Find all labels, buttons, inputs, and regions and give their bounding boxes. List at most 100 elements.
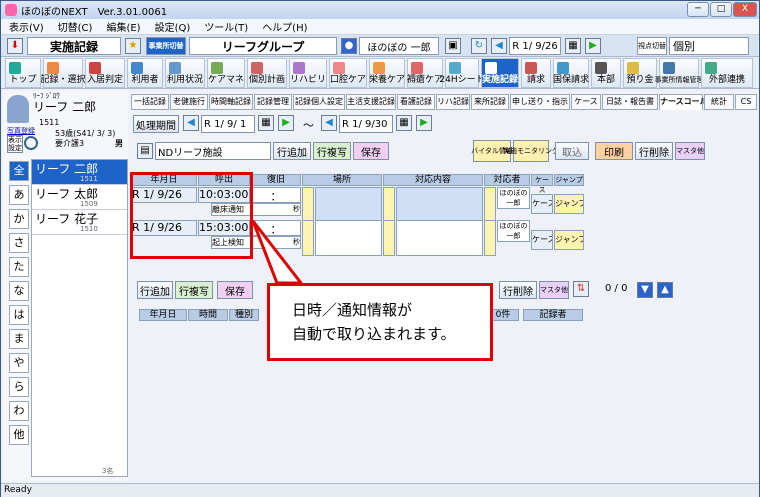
menu-switch[interactable]: 切替(C) bbox=[58, 19, 93, 34]
tab-report[interactable]: 日誌・報告書 bbox=[602, 94, 658, 110]
row-delete-button[interactable]: 行削除 bbox=[635, 142, 673, 160]
tab-timeline[interactable]: 時間軸記録 bbox=[209, 94, 253, 110]
tab-handover[interactable]: 申し送り・指示 bbox=[510, 94, 570, 110]
tab-case[interactable]: ケース bbox=[571, 94, 601, 110]
refresh-icon[interactable]: ↻ bbox=[471, 38, 487, 54]
kana-na[interactable]: な bbox=[9, 281, 29, 301]
kana-sa[interactable]: さ bbox=[9, 233, 29, 253]
toolbar-external[interactable]: 外部連携 bbox=[701, 58, 753, 88]
sort-icon[interactable]: ⇅ bbox=[573, 281, 589, 297]
kana-ya[interactable]: や bbox=[9, 353, 29, 373]
kana-ra[interactable]: ら bbox=[9, 377, 29, 397]
toolbar-deposit[interactable]: 預り金 bbox=[623, 58, 657, 88]
kana-ta[interactable]: た bbox=[9, 257, 29, 277]
kana-ha[interactable]: は bbox=[9, 305, 29, 325]
toolbar-office-info[interactable]: 事業所情報管理 bbox=[655, 58, 704, 88]
calendar-to-icon[interactable]: ▦ bbox=[396, 115, 412, 131]
toolbar-record-active[interactable]: 実施記録 bbox=[481, 58, 519, 88]
tab-personal-settings[interactable]: 記録個人設定 bbox=[293, 94, 345, 110]
import-button[interactable]: 取込 bbox=[555, 142, 589, 160]
tab-rehab[interactable]: リハ記録 bbox=[436, 94, 470, 110]
row-delete-button-lower[interactable]: 行削除 bbox=[499, 281, 537, 299]
kana-wa[interactable]: わ bbox=[9, 401, 29, 421]
view-mode-select[interactable]: 個別 bbox=[669, 37, 749, 55]
toolbar-caremanager[interactable]: ケアマネ bbox=[207, 58, 245, 88]
tab-nursing[interactable]: 看護記録 bbox=[397, 94, 435, 110]
row2-staff-flag[interactable] bbox=[484, 220, 496, 256]
print-button[interactable]: 印刷 bbox=[595, 142, 633, 160]
view-switch-button[interactable]: 視点切替 bbox=[637, 37, 667, 55]
list-item[interactable]: リーフ 二郎 1511 bbox=[32, 160, 127, 185]
tab-life-support[interactable]: 主活支援記録 bbox=[346, 94, 396, 110]
calendar-icon[interactable]: ▦ bbox=[565, 38, 581, 54]
facility-select[interactable]: NDリーフ施設 bbox=[155, 142, 271, 160]
period-prev-icon[interactable]: ◀ bbox=[183, 115, 199, 131]
menu-help[interactable]: ヘルプ(H) bbox=[262, 19, 307, 34]
master-button-lower[interactable]: マスタ他 bbox=[539, 281, 569, 299]
display-settings-button[interactable]: 表示 設定 bbox=[7, 135, 23, 153]
kana-ma[interactable]: ま bbox=[9, 329, 29, 349]
office-switch-button[interactable]: 事業所切替 bbox=[146, 37, 186, 55]
home-icon[interactable]: ⬇ bbox=[7, 38, 23, 54]
row1-case-button[interactable]: ケース bbox=[531, 194, 553, 214]
close-button[interactable]: X bbox=[733, 2, 757, 17]
menu-view[interactable]: 表示(V) bbox=[9, 19, 44, 34]
toolbar-individual-plan[interactable]: 個別計画 bbox=[247, 58, 287, 88]
kana-a[interactable]: あ bbox=[9, 185, 29, 205]
toolbar-oral-care[interactable]: 口腔ケア bbox=[329, 58, 367, 88]
period-to-input[interactable]: R 1/ 9/30 bbox=[339, 115, 393, 133]
tab-nurse-call[interactable]: ナースコール bbox=[659, 94, 708, 110]
toolbar-pressure-care[interactable]: 褥瘡ケア bbox=[407, 58, 443, 88]
tab-cs[interactable]: CS bbox=[735, 94, 757, 110]
toolbar-usage[interactable]: 利用状況 bbox=[165, 58, 205, 88]
down-arrow-icon[interactable]: ▼ bbox=[637, 282, 653, 298]
period-from-input[interactable]: R 1/ 9/ 1 bbox=[201, 115, 255, 133]
list-item[interactable]: リーフ 花子 1510 bbox=[32, 210, 127, 235]
kana-ka[interactable]: か bbox=[9, 209, 29, 229]
toolbar-hq[interactable]: 本部 bbox=[591, 58, 621, 88]
toolbar-rehab[interactable]: リハビリ bbox=[289, 58, 327, 88]
tab-visit[interactable]: 来所記録 bbox=[471, 94, 509, 110]
tab-bulk[interactable]: 一括記録 bbox=[131, 94, 169, 110]
next-date-icon[interactable]: ▶ bbox=[585, 38, 601, 54]
minimize-button[interactable]: ─ bbox=[687, 2, 709, 17]
tab-roken[interactable]: 老健施行 bbox=[170, 94, 208, 110]
period-to-next-icon[interactable]: ▶ bbox=[416, 115, 432, 131]
row2-case-button[interactable]: ケース bbox=[531, 230, 553, 250]
header-date[interactable]: R 1/ 9/26 bbox=[509, 37, 561, 55]
row2-staff[interactable]: ほのぼの 一郎 bbox=[497, 220, 530, 242]
camera-icon[interactable]: ▣ bbox=[445, 38, 461, 54]
row1-jump-button[interactable]: ジャンプ bbox=[554, 194, 584, 214]
search-icon[interactable] bbox=[24, 136, 38, 150]
row1-staff[interactable]: ほのぼの 一郎 bbox=[497, 187, 530, 209]
row2-place[interactable] bbox=[315, 220, 382, 256]
kana-all[interactable]: 全 bbox=[9, 161, 29, 181]
period-to-prev-icon[interactable]: ◀ bbox=[321, 115, 337, 131]
maximize-button[interactable]: □ bbox=[710, 2, 732, 17]
toolbar-nhi-billing[interactable]: 国保請求 bbox=[553, 58, 589, 88]
tab-record-manage[interactable]: 記録管理 bbox=[254, 94, 292, 110]
row-copy-button-lower[interactable]: 行複写 bbox=[175, 281, 213, 299]
row-add-button[interactable]: 行追加 bbox=[273, 142, 311, 160]
toolbar-admission[interactable]: 入居判定 bbox=[85, 58, 125, 88]
row2-response[interactable] bbox=[396, 220, 483, 256]
kana-other[interactable]: 他 bbox=[9, 425, 29, 445]
tab-stats[interactable]: 統計 bbox=[704, 94, 734, 110]
toolbar-nutrition[interactable]: 栄養ケア bbox=[369, 58, 405, 88]
toolbar-record-select[interactable]: 記録・選択 bbox=[41, 58, 86, 88]
monitoring-button[interactable]: 実施モニタリング bbox=[503, 140, 559, 162]
row2-response-flag[interactable] bbox=[383, 220, 395, 256]
menu-edit[interactable]: 編集(E) bbox=[106, 19, 140, 34]
master-button[interactable]: マスタ他 bbox=[675, 142, 705, 160]
menu-settings[interactable]: 設定(Q) bbox=[155, 19, 191, 34]
toolbar-24h-sheet[interactable]: 24Hシート bbox=[439, 58, 485, 88]
toolbar-top[interactable]: トップ bbox=[5, 58, 41, 88]
menu-tools[interactable]: ツール(T) bbox=[204, 19, 248, 34]
toolbar-client[interactable]: 利用者 bbox=[127, 58, 163, 88]
period-next-icon[interactable]: ▶ bbox=[278, 115, 294, 131]
star-icon[interactable]: ★ bbox=[125, 38, 141, 54]
save-button[interactable]: 保存 bbox=[353, 142, 389, 160]
row-add-button-lower[interactable]: 行追加 bbox=[137, 281, 173, 299]
prev-date-icon[interactable]: ◀ bbox=[491, 38, 507, 54]
up-arrow-icon[interactable]: ▲ bbox=[657, 282, 673, 298]
